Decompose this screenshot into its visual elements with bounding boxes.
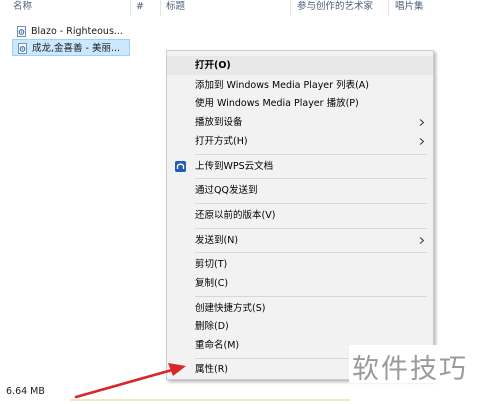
- menu-item-label: 发送到(N): [195, 235, 239, 246]
- column-divider[interactable]: [388, 0, 389, 16]
- menu-item-open[interactable]: 打开(O): [167, 56, 433, 75]
- menu-item-copy[interactable]: 复制(C): [167, 274, 433, 293]
- file-name: 成龙,金喜善 - 美丽...: [32, 43, 121, 54]
- column-divider[interactable]: [130, 0, 131, 16]
- menu-item-label: 还原以前的版本(V): [195, 210, 276, 221]
- column-album[interactable]: 唱片集: [392, 0, 424, 16]
- menu-separator: [195, 252, 427, 253]
- chevron-right-icon: [419, 138, 425, 145]
- menu-item-label: 打开方式(H): [195, 136, 248, 147]
- column-header: 名称 # 标题 参与创作的艺术家 唱片集: [0, 0, 500, 16]
- context-menu: 打开(O) 添加到 Windows Media Player 列表(A) 使用 …: [166, 50, 434, 380]
- menu-item-add-to-wmp-list[interactable]: 添加到 Windows Media Player 列表(A): [167, 76, 433, 95]
- menu-item-label: 复制(C): [195, 278, 229, 289]
- menu-item-cast-to-device[interactable]: 播放到设备: [167, 113, 433, 132]
- menu-separator: [195, 228, 427, 229]
- audio-file-icon: [18, 43, 27, 54]
- menu-item-upload-wps[interactable]: 上传到WPS云文档: [167, 157, 433, 176]
- menu-item-delete[interactable]: 删除(D): [167, 317, 433, 336]
- menu-separator: [195, 178, 427, 179]
- menu-item-label: 播放到设备: [195, 117, 243, 128]
- column-title[interactable]: 标题: [163, 0, 185, 16]
- bottom-divider: [70, 399, 350, 401]
- file-row[interactable]: Blazo - Righteous...: [12, 23, 130, 40]
- menu-item-label: 使用 Windows Media Player 播放(P): [195, 98, 359, 109]
- menu-item-label: 剪切(T): [195, 259, 228, 270]
- chevron-right-icon: [419, 237, 425, 244]
- menu-item-restore-previous-versions[interactable]: 还原以前的版本(V): [167, 206, 433, 225]
- menu-item-label: 打开(O): [195, 60, 231, 71]
- menu-item-create-shortcut[interactable]: 创建快捷方式(S): [167, 299, 433, 318]
- menu-separator: [195, 203, 427, 204]
- menu-item-label: 重命名(M): [195, 340, 240, 351]
- menu-item-play-with-wmp[interactable]: 使用 Windows Media Player 播放(P): [167, 94, 433, 113]
- menu-item-open-with[interactable]: 打开方式(H): [167, 132, 433, 151]
- column-number[interactable]: #: [133, 0, 144, 16]
- wps-cloud-icon: [175, 161, 186, 172]
- watermark-text: 软件技巧: [352, 354, 468, 385]
- menu-item-send-to[interactable]: 发送到(N): [167, 231, 433, 250]
- menu-item-label: 创建快捷方式(S): [195, 303, 266, 314]
- menu-separator: [195, 296, 427, 297]
- audio-file-icon: [17, 26, 26, 37]
- status-bar-size: 6.64 MB: [6, 386, 45, 397]
- menu-separator: [195, 154, 427, 155]
- menu-item-label: 属性(R): [195, 364, 229, 375]
- file-name: Blazo - Righteous...: [31, 26, 123, 37]
- column-divider[interactable]: [160, 0, 161, 16]
- menu-item-send-via-qq[interactable]: 通过QQ发送到: [167, 181, 433, 200]
- column-divider[interactable]: [290, 0, 291, 16]
- column-name[interactable]: 名称: [10, 0, 32, 16]
- menu-item-label: 删除(D): [195, 321, 229, 332]
- menu-item-cut[interactable]: 剪切(T): [167, 255, 433, 274]
- file-row-selected[interactable]: 成龙,金喜善 - 美丽...: [12, 39, 130, 56]
- chevron-right-icon: [419, 119, 425, 126]
- column-contributing-artists[interactable]: 参与创作的艺术家: [294, 0, 373, 16]
- menu-item-label: 添加到 Windows Media Player 列表(A): [195, 80, 369, 91]
- menu-item-label: 上传到WPS云文档: [195, 161, 274, 172]
- menu-item-label: 通过QQ发送到: [195, 185, 258, 196]
